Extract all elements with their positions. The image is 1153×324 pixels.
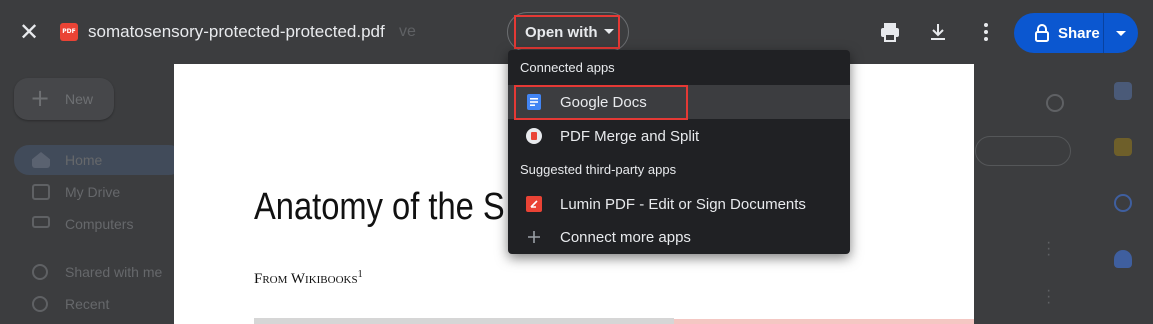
menu-item-google-docs[interactable]: Google Docs — [508, 85, 850, 119]
drive-icon — [32, 184, 50, 200]
open-with-label: Open with — [525, 24, 598, 41]
new-button: + New — [14, 78, 114, 120]
plus-icon: + — [30, 84, 51, 112]
view-toggle — [975, 136, 1071, 166]
more-vert-icon[interactable] — [974, 20, 998, 44]
info-icon — [1046, 94, 1064, 112]
lock-icon — [1035, 24, 1049, 42]
contacts-icon — [1114, 250, 1132, 268]
sidebar-item-label: Home — [65, 152, 103, 168]
menu-item-label: PDF Merge and Split — [560, 128, 700, 145]
menu-item-label: Google Docs — [560, 94, 647, 111]
google-docs-icon — [527, 94, 541, 110]
people-icon — [32, 264, 48, 280]
sidebar-item-label: Shared with me — [65, 264, 163, 280]
download-icon[interactable] — [926, 20, 950, 44]
close-icon[interactable]: ✕ — [17, 20, 41, 44]
share-divider — [1103, 13, 1104, 53]
open-with-menu: Connected apps Google Docs PDF Merge and… — [508, 50, 850, 254]
highlighted-text — [674, 319, 974, 324]
clock-icon — [32, 296, 48, 312]
print-icon[interactable] — [878, 20, 902, 44]
plus-icon — [528, 231, 540, 243]
more-vert-icon: · · · — [1046, 234, 1052, 263]
menu-item-lumin-pdf[interactable]: Lumin PDF - Edit or Sign Documents — [508, 187, 850, 221]
menu-item-label: Connect more apps — [560, 229, 691, 246]
footnote-mark: 1 — [357, 269, 363, 280]
file-name: somatosensory-protected-protected.pdf — [88, 22, 385, 41]
sidebar-item-label: Recent — [65, 296, 110, 312]
pdf-merge-split-icon — [526, 128, 542, 144]
open-with-button[interactable]: Open with — [507, 12, 629, 52]
text-line — [254, 318, 674, 324]
share-options-chevron-icon[interactable] — [1116, 31, 1126, 36]
suggested-apps-heading: Suggested third-party apps — [520, 162, 677, 177]
calendar-icon — [1114, 82, 1132, 100]
menu-item-connect-more-apps[interactable]: Connect more apps — [508, 220, 850, 254]
menu-item-label: Lumin PDF - Edit or Sign Documents — [560, 196, 806, 213]
computer-icon — [32, 216, 50, 228]
chevron-down-icon — [604, 29, 614, 34]
sidebar-item-label: My Drive — [65, 184, 121, 200]
connected-apps-heading: Connected apps — [520, 60, 615, 75]
pdf-file-icon: PDF — [60, 23, 78, 41]
tasks-icon — [1114, 194, 1132, 212]
new-button-label: New — [65, 91, 94, 107]
sidebar-item-label: Computers — [65, 216, 134, 232]
more-vert-icon: · · · — [1046, 282, 1052, 311]
share-label: Share — [1058, 25, 1100, 42]
background-text: ve — [399, 23, 416, 40]
document-source: From Wikibooks1 — [254, 269, 363, 288]
lumin-pdf-icon — [526, 196, 542, 212]
menu-item-pdf-merge-split[interactable]: PDF Merge and Split — [508, 119, 850, 153]
share-button[interactable]: Share — [1014, 13, 1138, 53]
source-text: From Wikibooks — [254, 271, 358, 287]
keep-icon — [1114, 138, 1132, 156]
document-title-start: Anatomy of the S — [254, 186, 505, 228]
